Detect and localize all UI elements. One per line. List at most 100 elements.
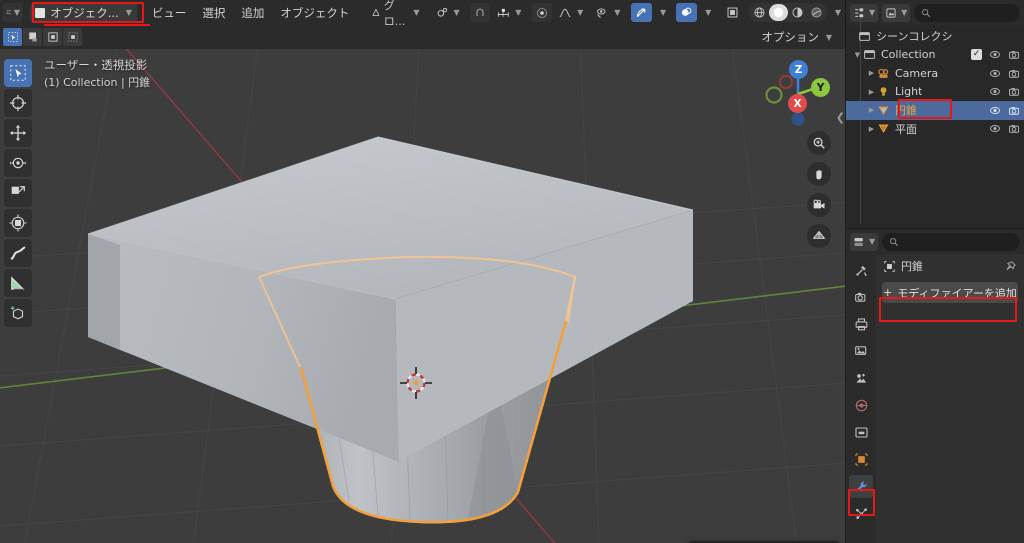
shading-options-dropdown[interactable]: ▼ (829, 3, 845, 22)
camera-render-icon[interactable] (1008, 86, 1020, 97)
particles-tab[interactable] (849, 502, 873, 525)
show-overlays-toggle[interactable] (676, 3, 698, 22)
chevron-down-icon: ▼ (705, 8, 712, 17)
cursor-tool[interactable] (4, 89, 32, 117)
modifier-tab[interactable] (849, 475, 873, 498)
disclosure-triangle-icon[interactable]: ▶ (866, 88, 877, 96)
object-visibility-dropdown[interactable]: ▼ (591, 3, 624, 22)
camera-view-icon[interactable] (807, 193, 831, 217)
outliner-row-collection[interactable]: ▼ Collection ✓ (846, 46, 1024, 65)
chevron-down-icon: ▼ (825, 32, 832, 42)
snap-to-dropdown[interactable]: ▼ (492, 3, 525, 22)
tool-tab[interactable] (849, 259, 873, 282)
rotate-tool[interactable] (4, 149, 32, 177)
camera-render-icon[interactable] (1008, 105, 1020, 116)
transform-orientation-dropdown[interactable]: グロ... ▼ (367, 0, 424, 28)
outliner-row-camera[interactable]: ▶ Camera (846, 64, 1024, 83)
chevron-down-icon: ▼ (413, 8, 420, 17)
outliner-display-mode-icon[interactable]: ▼ (850, 3, 879, 22)
select-mode-extend[interactable] (23, 28, 42, 46)
snap-magnet-toggle[interactable] (470, 3, 491, 22)
gizmo-options-dropdown[interactable]: ▼ (654, 3, 670, 22)
menu-add[interactable]: 追加 (234, 3, 271, 22)
outliner-row-cone[interactable]: ▶ 円錐 (846, 101, 1024, 120)
outliner-filter-icon[interactable]: ▼ (882, 3, 911, 22)
eye-icon[interactable] (989, 123, 1001, 134)
editor-type-icon[interactable]: ▼ (3, 3, 23, 22)
properties-search-input[interactable] (882, 232, 1020, 251)
gizmo-axis-z[interactable]: Z (789, 60, 808, 79)
disclosure-triangle-icon[interactable]: ▶ (866, 69, 877, 77)
properties-tab-column (846, 254, 876, 543)
eye-icon[interactable] (989, 105, 1001, 116)
viewport-options-dropdown[interactable]: オプション ▼ (754, 28, 839, 47)
scale-tool[interactable] (4, 179, 32, 207)
search-icon (890, 237, 899, 246)
collection-icon (863, 48, 878, 61)
transform-tool[interactable] (4, 209, 32, 237)
view-layer-tab[interactable] (849, 340, 873, 363)
3d-viewport[interactable]: ユーザー・透視投影 (1) Collection | 円錐 Z Y X ❮ (0, 49, 845, 543)
menu-object[interactable]: オブジェクト (273, 3, 356, 22)
scene-tab[interactable] (849, 367, 873, 390)
properties-editor-icon[interactable]: ▼ (850, 232, 879, 251)
world-tab[interactable] (849, 394, 873, 417)
menu-select[interactable]: 選択 (195, 3, 232, 22)
object-tab[interactable] (849, 448, 873, 471)
output-tab[interactable] (849, 313, 873, 336)
navigation-gizmo[interactable]: Z Y X (761, 57, 835, 131)
proportional-falloff-dropdown[interactable]: ▼ (554, 3, 587, 22)
gizmo-axis-x[interactable]: X (788, 94, 807, 113)
collection-tab[interactable] (849, 421, 873, 444)
orthographic-toggle-icon[interactable] (807, 224, 831, 248)
camera-render-icon[interactable] (1008, 68, 1020, 79)
move-tool[interactable] (4, 119, 32, 147)
render-tab[interactable] (849, 286, 873, 309)
zoom-icon[interactable] (807, 131, 831, 155)
mesh-object-icon (877, 122, 892, 135)
camera-render-icon[interactable] (1008, 123, 1020, 134)
proportional-editing-toggle[interactable] (532, 3, 553, 22)
select-mode-invert[interactable] (63, 28, 82, 46)
search-icon (922, 8, 931, 17)
add-cube-tool[interactable] (4, 299, 32, 327)
pivot-point-dropdown[interactable]: ▼ (432, 3, 464, 22)
properties-editor: ▼ 円錐 + モディファイアーを追加 (846, 229, 1024, 543)
annotate-tool[interactable] (4, 239, 32, 267)
outliner-row-plane[interactable]: ▶ 平面 (846, 120, 1024, 139)
shading-rendered-button[interactable] (807, 4, 826, 21)
disclosure-triangle-icon[interactable]: ▶ (866, 106, 877, 114)
camera-render-icon[interactable] (1008, 49, 1020, 60)
eye-icon[interactable] (989, 86, 1001, 97)
collection-checkbox[interactable]: ✓ (971, 49, 982, 61)
interaction-mode-dropdown[interactable]: オブジェク... ▼ (30, 3, 137, 22)
shading-material-button[interactable] (788, 4, 807, 21)
outliner-row-scene-collection[interactable]: シーンコレクシ (846, 27, 1024, 46)
toggle-xray-icon (727, 7, 738, 18)
snap-magnet-icon (476, 8, 484, 16)
eye-icon[interactable] (989, 68, 1001, 79)
show-gizmo-toggle[interactable] (631, 3, 652, 22)
plus-icon: + (883, 286, 893, 299)
select-mode-subtract[interactable] (43, 28, 62, 46)
shading-wireframe-button[interactable] (750, 4, 769, 21)
sidebar-collapse-arrow-icon[interactable]: ❮ (836, 111, 845, 124)
add-modifier-button[interactable]: + モディファイアーを追加 (882, 282, 1018, 303)
eye-icon[interactable] (989, 49, 1001, 60)
menu-view[interactable]: ビュー (145, 3, 194, 22)
outliner-row-light[interactable]: ▶ Light (846, 83, 1024, 102)
measure-tool[interactable] (4, 269, 32, 297)
pan-hand-icon[interactable] (807, 162, 831, 186)
toggle-xray-button[interactable] (722, 3, 743, 22)
overlay-options-dropdown[interactable]: ▼ (699, 3, 715, 22)
show-overlays-icon (681, 7, 692, 16)
select-box-tool[interactable] (4, 59, 32, 87)
gizmo-axis-y[interactable]: Y (811, 78, 830, 97)
shading-solid-button[interactable] (768, 4, 788, 21)
disclosure-triangle-icon[interactable]: ▶ (866, 125, 877, 133)
outliner-search-input[interactable] (914, 3, 1020, 22)
disclosure-triangle-icon[interactable]: ▼ (852, 51, 863, 59)
chevron-down-icon: ▼ (125, 8, 132, 17)
pin-icon[interactable] (1004, 260, 1017, 273)
select-mode-tweak[interactable] (3, 28, 22, 46)
